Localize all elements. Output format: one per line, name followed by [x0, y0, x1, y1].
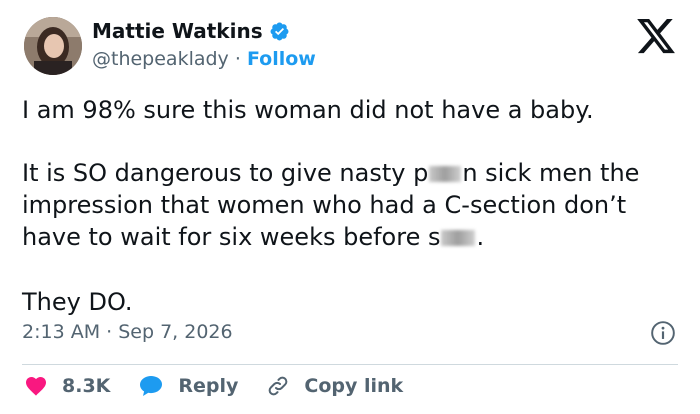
action-bar: 8.3K Reply Copy link — [24, 374, 431, 398]
reply-label: Reply — [178, 375, 239, 397]
heart-icon — [26, 377, 46, 396]
censor-blur — [429, 166, 462, 182]
tweet-paragraph-2-part1: It is SO dangerous to give nasty p — [22, 159, 429, 187]
x-logo-icon[interactable] — [635, 15, 677, 57]
tweet-paragraph-2-part3: . — [476, 223, 485, 251]
avatar[interactable] — [24, 17, 82, 75]
follow-button[interactable]: Follow — [247, 48, 316, 70]
divider — [22, 364, 678, 365]
reply-bubble-icon — [140, 376, 163, 396]
copy-link-button[interactable]: Copy link — [266, 374, 403, 398]
verified-badge-icon — [270, 22, 289, 40]
censor-blur — [441, 230, 476, 246]
reply-button[interactable]: Reply — [138, 374, 238, 398]
name-row: Mattie Watkins — [92, 19, 290, 43]
tweet-paragraph-2: It is SO dangerous to give nasty pn sick… — [22, 157, 692, 253]
tweet-paragraph-3: They DO. — [22, 288, 133, 316]
tweet-paragraph-1: I am 98% sure this woman did not have a … — [22, 96, 594, 124]
handle-row: @thepeaklady · Follow — [92, 48, 316, 70]
like-button[interactable]: 8.3K — [24, 374, 110, 398]
link-icon — [269, 376, 288, 396]
handle-separator: · — [228, 48, 247, 70]
copy-link-label: Copy link — [304, 375, 404, 397]
tweet-timestamp[interactable]: 2:13 AM · Sep 7, 2026 — [22, 321, 233, 343]
handle[interactable]: @thepeaklady — [92, 48, 229, 70]
info-icon[interactable] — [650, 320, 676, 346]
tweet-text: I am 98% sure this woman did not have a … — [22, 94, 692, 318]
display-name[interactable]: Mattie Watkins — [92, 19, 263, 43]
like-count: 8.3K — [62, 375, 111, 397]
